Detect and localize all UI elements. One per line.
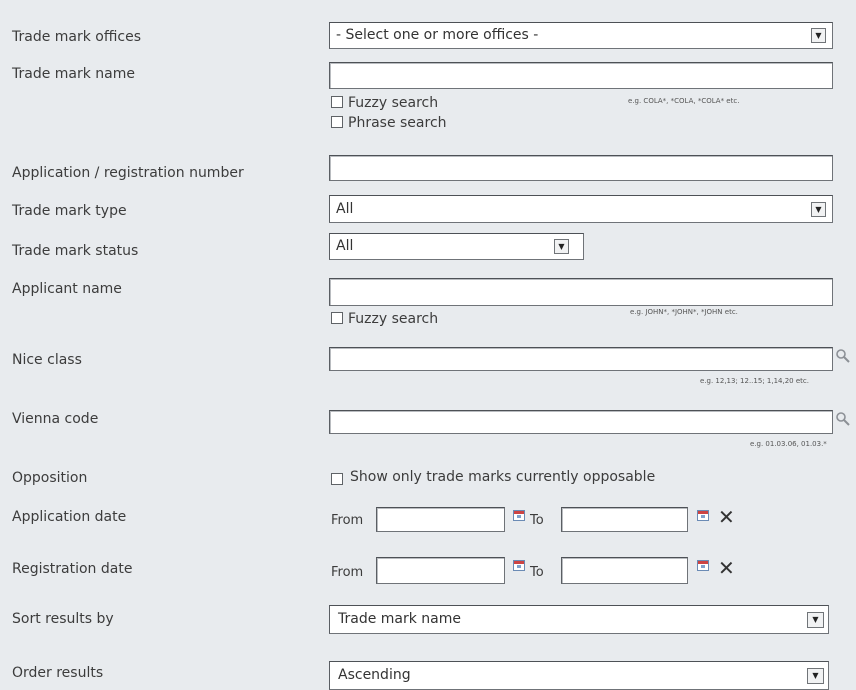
dropdown-arrow-icon[interactable]: ▼	[807, 612, 824, 628]
dropdown-arrow-icon[interactable]: ▼	[811, 28, 826, 43]
opposition-checkbox[interactable]	[331, 473, 343, 485]
label-trade-mark-type: Trade mark type	[12, 203, 127, 219]
offices-select[interactable]: - Select one or more offices - ▼	[329, 22, 833, 49]
calendar-icon[interactable]	[697, 560, 709, 571]
opposition-label: Show only trade marks currently opposabl…	[350, 469, 656, 485]
name-phrase-checkbox[interactable]	[331, 116, 343, 128]
name-fuzzy-checkbox[interactable]	[331, 96, 343, 108]
trade-mark-status-value: All	[336, 238, 354, 254]
calendar-icon[interactable]	[513, 510, 525, 521]
label-order-results: Order results	[12, 665, 104, 681]
applicant-fuzzy-checkbox[interactable]	[331, 312, 343, 324]
name-phrase-label: Phrase search	[348, 115, 447, 131]
order-results-value: Ascending	[338, 667, 411, 683]
nice-class-hint: e.g. 12,13; 12..15; 1,14,20 etc.	[700, 377, 809, 385]
name-fuzzy-label: Fuzzy search	[348, 95, 439, 111]
trade-mark-type-select[interactable]: All ▼	[329, 195, 833, 223]
label-application-date: Application date	[12, 509, 127, 525]
application-date-from-input[interactable]	[376, 507, 505, 532]
label-nice-class: Nice class	[12, 352, 82, 368]
dropdown-arrow-icon[interactable]: ▼	[807, 668, 824, 684]
magnifier-icon[interactable]	[835, 411, 851, 427]
applicant-fuzzy-label: Fuzzy search	[348, 311, 439, 327]
trade-mark-type-value: All	[336, 201, 354, 217]
label-vienna-code: Vienna code	[12, 411, 99, 427]
label-trade-mark-name: Trade mark name	[12, 66, 136, 82]
application-date-to-label: To	[530, 513, 544, 528]
label-applicant-name: Applicant name	[12, 281, 122, 297]
trade-mark-status-select[interactable]: All ▼	[329, 233, 584, 260]
name-hint: e.g. COLA*, *COLA, *COLA* etc.	[628, 97, 740, 105]
applicant-name-input[interactable]	[329, 278, 833, 306]
nice-class-input[interactable]	[329, 347, 833, 371]
application-number-input[interactable]	[329, 155, 833, 181]
registration-date-to-input[interactable]	[561, 557, 688, 584]
magnifier-icon[interactable]	[835, 348, 851, 364]
offices-select-value: - Select one or more offices -	[336, 27, 539, 43]
applicant-hint: e.g. JOHN*, *JOHN*, *JOHN etc.	[630, 308, 738, 316]
dropdown-arrow-icon[interactable]: ▼	[811, 202, 826, 217]
label-registration-date: Registration date	[12, 561, 133, 577]
calendar-icon[interactable]	[513, 560, 525, 571]
label-application-number: Application / registration number	[12, 165, 244, 181]
registration-date-to-label: To	[530, 565, 544, 580]
order-results-select[interactable]: Ascending ▼	[329, 661, 829, 690]
trade-mark-name-input[interactable]	[329, 62, 833, 89]
clear-x-icon[interactable]: ✕	[718, 558, 735, 578]
dropdown-arrow-icon[interactable]: ▼	[554, 239, 569, 254]
label-opposition: Opposition	[12, 470, 88, 486]
calendar-icon[interactable]	[697, 510, 709, 521]
label-trade-mark-status: Trade mark status	[12, 243, 139, 259]
registration-date-from-input[interactable]	[376, 557, 505, 584]
registration-date-from-label: From	[331, 565, 364, 580]
clear-x-icon[interactable]: ✕	[718, 507, 735, 527]
application-date-to-input[interactable]	[561, 507, 688, 532]
label-sort-results: Sort results by	[12, 611, 114, 627]
vienna-code-hint: e.g. 01.03.06, 01.03.*	[750, 440, 827, 448]
label-trade-mark-offices: Trade mark offices	[12, 29, 142, 45]
sort-results-value: Trade mark name	[338, 611, 462, 627]
application-date-from-label: From	[331, 513, 364, 528]
vienna-code-input[interactable]	[329, 410, 833, 434]
sort-results-select[interactable]: Trade mark name ▼	[329, 605, 829, 634]
